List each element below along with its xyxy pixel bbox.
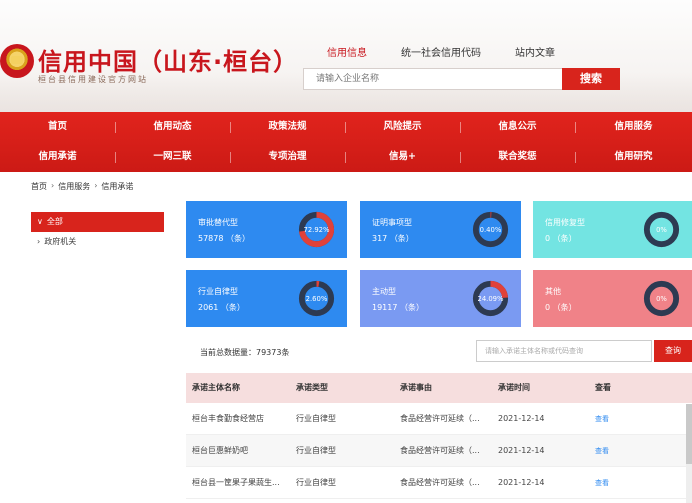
cell-commitment-type: 行业自律型 — [296, 446, 336, 455]
view-link[interactable]: 查看 — [589, 403, 669, 434]
column-header: 承诺主体名称 — [192, 383, 240, 392]
donut-percent-label: 24.09% — [477, 295, 504, 303]
cell-commitment-date: 2021-12-14 — [498, 414, 545, 423]
cell-commitment-reason: 食品经营许可延续（... — [400, 478, 480, 487]
card-count: 0 （条） — [545, 303, 577, 312]
stat-card-industry-self-discipline[interactable]: 行业自律型 2061 （条） 2.60% — [186, 270, 347, 327]
column-header: 承诺事由 — [400, 383, 432, 392]
breadcrumb: 首页 › 信用服务 › 信用承诺 — [31, 181, 133, 192]
breadcrumb-home[interactable]: 首页 — [31, 181, 47, 192]
cell-commitment-date: 2021-12-14 — [498, 446, 545, 455]
cell-commitment-reason: 食品经营许可延续（... — [400, 446, 480, 455]
scrollbar-thumb[interactable] — [686, 404, 692, 464]
nav-item-special-governance[interactable]: 专项治理 — [230, 142, 345, 172]
chevron-down-icon: ∨ — [37, 217, 43, 226]
donut-chart: 0% — [643, 211, 680, 248]
donut-percent-label: 0.40% — [480, 226, 502, 234]
table-row: 桓台丰食勤食经营店 行业自律型 食品经营许可延续（... 2021-12-14 … — [186, 403, 692, 435]
card-count: 0 （条） — [545, 234, 577, 243]
card-label: 主动型 — [372, 287, 396, 296]
national-emblem-icon — [0, 44, 34, 78]
donut-percent-label: 72.92% — [303, 226, 330, 234]
chevron-right-icon: › — [37, 237, 41, 246]
stat-card-approval-substitute[interactable]: 审批替代型 57878 （条） 72.92% — [186, 201, 347, 258]
cell-entity-name: 桓台丰食勤食经营店 — [192, 414, 264, 423]
stat-card-certification[interactable]: 证明事项型 317 （条） 0.40% — [360, 201, 521, 258]
table-header: 承诺主体名称 承诺类型 承诺事由 承诺时间 查看 — [186, 373, 692, 403]
nav-item-xinyi-plus[interactable]: 信易+ — [345, 142, 460, 172]
card-label: 审批替代型 — [198, 218, 238, 227]
sidebar-item-label: 政府机关 — [44, 237, 77, 246]
nav-row-1: 首页 信用动态 政策法规 风险提示 信息公示 信用服务 — [0, 112, 692, 142]
category-sidebar: ∨ 全部 › 政府机关 — [31, 212, 164, 252]
nav-item-risk[interactable]: 风险提示 — [345, 112, 460, 142]
nav-row-2: 信用承诺 一网三联 专项治理 信易+ 联合奖惩 信用研究 — [0, 142, 692, 172]
nav-item-home[interactable]: 首页 — [0, 112, 115, 142]
nav-item-joint-rewards[interactable]: 联合奖惩 — [460, 142, 575, 172]
table-scrollbar[interactable] — [686, 404, 692, 503]
card-label: 其他 — [545, 287, 561, 296]
donut-percent-label: 2.60% — [306, 295, 328, 303]
nav-item-credit-service[interactable]: 信用服务 — [575, 112, 692, 142]
card-count: 2061 （条） — [198, 303, 245, 312]
view-link[interactable]: 查看 — [589, 435, 669, 466]
table-row: 桓台巨惠鲜奶吧 行业自律型 食品经营许可延续（... 2021-12-14 查看 — [186, 435, 692, 467]
column-header: 承诺类型 — [296, 383, 328, 392]
nav-item-credit-commitment[interactable]: 信用承诺 — [0, 142, 115, 172]
nav-item-one-network[interactable]: 一网三联 — [115, 142, 230, 172]
nav-item-credit-research[interactable]: 信用研究 — [575, 142, 692, 172]
search-button[interactable]: 搜索 — [562, 68, 620, 90]
card-count: 317 （条） — [372, 234, 414, 243]
sidebar-item-all[interactable]: ∨ 全部 — [31, 212, 164, 232]
donut-percent-label: 0% — [656, 295, 667, 303]
tab-site-articles[interactable]: 站内文章 — [515, 44, 555, 59]
site-header: 信用中国（山东·桓台） 桓台县信用建设官方网站 信用信息 统一社会信用代码 站内… — [0, 0, 692, 112]
donut-percent-label: 0% — [656, 226, 667, 234]
column-header: 查看 — [595, 383, 611, 392]
search-tabs: 信用信息 统一社会信用代码 站内文章 — [327, 44, 555, 59]
chevron-right-icon: › — [94, 181, 98, 190]
nav-item-credit-news[interactable]: 信用动态 — [115, 112, 230, 142]
donut-chart: 72.92% — [298, 211, 335, 248]
site-title[interactable]: 信用中国（山东·桓台） — [38, 42, 298, 77]
sidebar-item-government[interactable]: › 政府机关 — [31, 232, 164, 252]
commitment-search-input[interactable]: 请输入承诺主体名称或代码查询 — [476, 340, 652, 362]
company-search-input[interactable]: 请输入企业名称 — [303, 68, 565, 90]
chevron-right-icon: › — [51, 181, 55, 190]
card-label: 行业自律型 — [198, 287, 238, 296]
commitment-table: 承诺主体名称 承诺类型 承诺事由 承诺时间 查看 桓台丰食勤食经营店 行业自律型… — [186, 373, 692, 499]
card-label: 信用修复型 — [545, 218, 585, 227]
cell-commitment-type: 行业自律型 — [296, 478, 336, 487]
breadcrumb-credit-commitment: 信用承诺 — [101, 182, 134, 191]
donut-chart: 24.09% — [472, 280, 509, 317]
tab-credit-info[interactable]: 信用信息 — [327, 44, 367, 59]
main-navbar: 首页 信用动态 政策法规 风险提示 信息公示 信用服务 信用承诺 一网三联 专项… — [0, 112, 692, 172]
cell-commitment-reason: 食品经营许可延续（... — [400, 414, 480, 423]
cell-entity-name: 桓台县一筐果子果蔬生... — [192, 478, 280, 487]
total-data-count: 当前总数据量：79373条 — [200, 348, 290, 357]
stat-card-other[interactable]: 其他 0 （条） 0% — [533, 270, 692, 327]
nav-item-policy[interactable]: 政策法规 — [230, 112, 345, 142]
nav-item-publicity[interactable]: 信息公示 — [460, 112, 575, 142]
card-count: 57878 （条） — [198, 234, 250, 243]
table-row: 桓台县一筐果子果蔬生... 行业自律型 食品经营许可延续（... 2021-12… — [186, 467, 692, 499]
tab-credit-code[interactable]: 统一社会信用代码 — [401, 44, 481, 59]
column-header: 承诺时间 — [498, 383, 530, 392]
site-subtitle: 桓台县信用建设官方网站 — [38, 75, 148, 84]
donut-chart: 0.40% — [472, 211, 509, 248]
breadcrumb-credit-service[interactable]: 信用服务 — [58, 181, 90, 192]
cell-entity-name: 桓台巨惠鲜奶吧 — [192, 446, 248, 455]
cell-commitment-date: 2021-12-14 — [498, 478, 545, 487]
stat-card-credit-repair[interactable]: 信用修复型 0 （条） 0% — [533, 201, 692, 258]
card-label: 证明事项型 — [372, 218, 412, 227]
sidebar-item-label: 全部 — [46, 217, 63, 226]
stat-card-proactive[interactable]: 主动型 19117 （条） 24.09% — [360, 270, 521, 327]
card-count: 19117 （条） — [372, 303, 424, 312]
query-button[interactable]: 查询 — [654, 340, 692, 362]
donut-chart: 2.60% — [298, 280, 335, 317]
cell-commitment-type: 行业自律型 — [296, 414, 336, 423]
donut-chart: 0% — [643, 280, 680, 317]
view-link[interactable]: 查看 — [589, 467, 669, 498]
